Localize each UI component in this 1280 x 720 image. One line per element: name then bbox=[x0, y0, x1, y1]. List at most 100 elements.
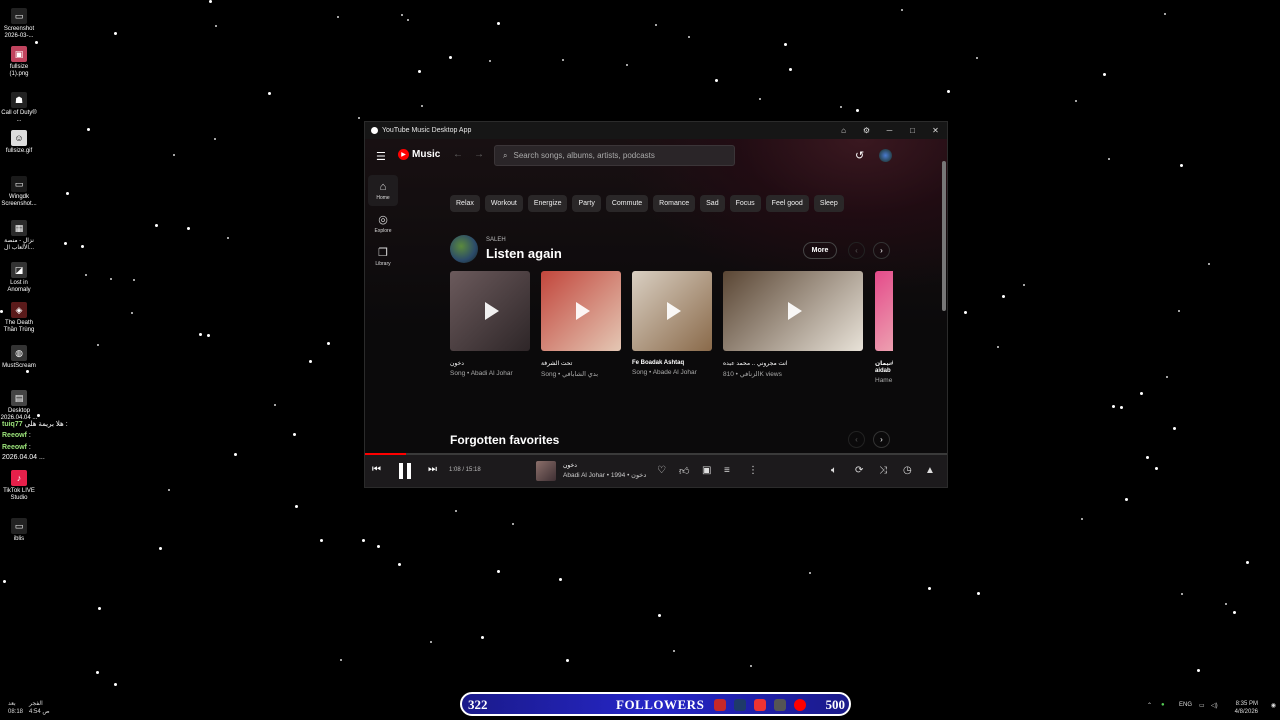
star bbox=[340, 659, 342, 661]
settings-icon[interactable]: ⚙ bbox=[855, 122, 878, 139]
minimize-button[interactable]: ─ bbox=[878, 122, 901, 139]
previous-icon[interactable]: ⏮ bbox=[372, 464, 381, 475]
add-to-queue-icon[interactable]: ≡ bbox=[724, 465, 730, 476]
desktop-item[interactable]: ▤ Desktop 2026.04.04 ... bbox=[0, 390, 38, 422]
desktop-item[interactable]: ▭ iblis bbox=[0, 518, 38, 543]
chip-focus[interactable]: Focus bbox=[729, 195, 761, 212]
shuffle-icon[interactable]: ⤨ bbox=[879, 465, 887, 476]
chip-energize[interactable]: Energize bbox=[527, 195, 568, 212]
clock[interactable]: 8:35 PM 4/8/2026 bbox=[1235, 700, 1258, 716]
account-avatar[interactable] bbox=[879, 149, 892, 162]
song-card[interactable]: دخون Song • Abadi Al Johar bbox=[450, 271, 530, 377]
back-arrow-icon[interactable]: ← bbox=[453, 149, 463, 160]
play-icon[interactable] bbox=[576, 302, 590, 320]
notification-icon[interactable]: ◉ bbox=[1271, 702, 1276, 709]
sidebar-item-library[interactable]: ❐ Library bbox=[368, 241, 398, 272]
song-card[interactable]: نيمان#aidab Hame bbox=[875, 271, 893, 384]
search-input[interactable] bbox=[513, 151, 724, 160]
chip-party[interactable]: Party bbox=[572, 195, 601, 212]
playing-icon[interactable] bbox=[485, 302, 499, 320]
scroll-left-icon[interactable]: ‹ bbox=[848, 242, 865, 259]
song-title-line2[interactable]: aidab bbox=[875, 368, 893, 374]
now-playing-artist[interactable]: Abadi Al Johar • دخون • 1994 bbox=[563, 471, 646, 479]
star bbox=[1166, 376, 1168, 378]
song-title[interactable]: انت مجروني .. محمد عبده bbox=[723, 360, 863, 367]
chip-romance[interactable]: Romance bbox=[653, 195, 696, 212]
pause-button[interactable] bbox=[399, 463, 413, 479]
next-icon[interactable]: ⏭ bbox=[428, 464, 437, 475]
scrollbar[interactable] bbox=[942, 161, 946, 311]
desktop-item[interactable]: ☺ fullsize.gif bbox=[0, 130, 38, 155]
chip-workout[interactable]: Workout bbox=[484, 195, 523, 212]
close-button[interactable]: ✕ bbox=[924, 122, 947, 139]
app-icon[interactable] bbox=[714, 699, 726, 711]
song-card[interactable]: انت مجروني .. محمد عبده الزنافي • 810K vi… bbox=[723, 271, 863, 378]
song-title[interactable]: دخون bbox=[450, 360, 530, 367]
desktop-item[interactable]: ▭ Screenshot 2026-03-... bbox=[0, 8, 38, 40]
chevron-up-icon[interactable]: ⌃ bbox=[1147, 702, 1152, 709]
song-thumbnail[interactable] bbox=[541, 271, 621, 351]
desktop-item[interactable]: ♪ TikTok LIVE Studio bbox=[0, 470, 38, 502]
save-to-library-icon[interactable]: ▣ bbox=[702, 465, 711, 476]
sidebar-item-explore[interactable]: ◎ Explore bbox=[368, 208, 398, 239]
desktop-item[interactable]: ▦ نزال - منصة الألعاب ال... bbox=[0, 220, 38, 252]
volume-icon[interactable]: 🔈︎ bbox=[831, 465, 837, 476]
star bbox=[215, 25, 217, 27]
desktop-item[interactable]: ▭ Wingdk Screenshot... bbox=[0, 176, 38, 208]
play-icon[interactable] bbox=[788, 302, 802, 320]
desktop-item[interactable]: ▣ fullsize (1).png bbox=[0, 46, 38, 78]
dislike-icon[interactable]: ♡ bbox=[657, 465, 666, 476]
mood-chips: Relax Workout Energize Party Commute Romance S… bbox=[450, 195, 844, 212]
scroll-right-icon[interactable]: › bbox=[873, 431, 890, 448]
volume-icon[interactable]: ◁) bbox=[1211, 702, 1218, 709]
now-playing-thumbnail[interactable] bbox=[536, 461, 556, 481]
repeat-icon[interactable]: ⟳ bbox=[855, 465, 863, 476]
desktop-item[interactable]: ◈ The Death Thần Trùng bbox=[0, 302, 38, 334]
app-icon[interactable] bbox=[774, 699, 786, 711]
song-title[interactable]: Fe Boadak Ashtaq bbox=[632, 360, 712, 366]
maximize-button[interactable]: □ bbox=[901, 122, 924, 139]
desktop-item[interactable]: ☗ Call of Duty® ... bbox=[0, 92, 38, 124]
steam-icon[interactable] bbox=[734, 699, 746, 711]
menu-icon[interactable]: ☰ bbox=[376, 150, 386, 163]
desktop-item[interactable]: ◪ Lost in Anomaly bbox=[0, 262, 38, 294]
browser-icon[interactable] bbox=[754, 699, 766, 711]
chip-sleep[interactable]: Sleep bbox=[813, 195, 844, 212]
more-options-icon[interactable]: ⋮ bbox=[748, 465, 758, 476]
sidebar-item-home[interactable]: ⌂ Home bbox=[368, 175, 398, 206]
song-title[interactable]: تحت الشرفة bbox=[541, 360, 621, 367]
scroll-left-icon[interactable]: ‹ bbox=[848, 431, 865, 448]
history-icon[interactable]: ↺ bbox=[855, 149, 864, 162]
window-controls: ⌂ ⚙ ─ □ ✕ bbox=[832, 122, 947, 139]
youtube-music-logo[interactable]: ▶ Music bbox=[398, 149, 440, 160]
mic-icon[interactable]: ● bbox=[1161, 702, 1165, 708]
song-card[interactable]: Fe Boadak Ashtaq Song • Abade Al Johar bbox=[632, 271, 712, 376]
progress-bar[interactable] bbox=[365, 453, 947, 455]
chip-sad[interactable]: Sad bbox=[700, 195, 725, 212]
language-indicator[interactable]: ENG bbox=[1179, 702, 1192, 708]
song-thumbnail[interactable] bbox=[723, 271, 863, 351]
window-titlebar[interactable]: YouTube Music Desktop App ⌂ ⚙ ─ □ ✕ bbox=[365, 122, 947, 139]
chip-relax[interactable]: Relax bbox=[450, 195, 480, 212]
star bbox=[274, 404, 276, 406]
more-button[interactable]: More bbox=[803, 242, 837, 259]
forward-arrow-icon[interactable]: → bbox=[474, 149, 484, 160]
expand-up-icon[interactable]: ▲ bbox=[925, 465, 935, 476]
chip-feel-good[interactable]: Feel good bbox=[765, 195, 809, 212]
home-icon[interactable]: ⌂ bbox=[832, 122, 855, 139]
song-card[interactable]: تحت الشرفة Song • بدي الشابافي bbox=[541, 271, 621, 378]
song-title[interactable]: نيمان# bbox=[875, 360, 893, 367]
now-playing-title[interactable]: دخون bbox=[563, 462, 577, 469]
song-thumbnail[interactable] bbox=[875, 271, 893, 351]
play-icon[interactable] bbox=[667, 302, 681, 320]
timer-icon[interactable]: ◷ bbox=[903, 465, 912, 476]
song-thumbnail[interactable] bbox=[632, 271, 712, 351]
youtube-music-icon[interactable] bbox=[794, 699, 806, 711]
like-icon[interactable]: 👍︎ bbox=[679, 465, 689, 477]
network-icon[interactable]: ▭ bbox=[1199, 702, 1205, 709]
chip-commute[interactable]: Commute bbox=[605, 195, 649, 212]
scroll-right-icon[interactable]: › bbox=[873, 242, 890, 259]
song-thumbnail[interactable] bbox=[450, 271, 530, 351]
search-box[interactable]: ⌕ bbox=[494, 145, 735, 166]
desktop-item[interactable]: ◍ MustScream bbox=[0, 345, 38, 370]
